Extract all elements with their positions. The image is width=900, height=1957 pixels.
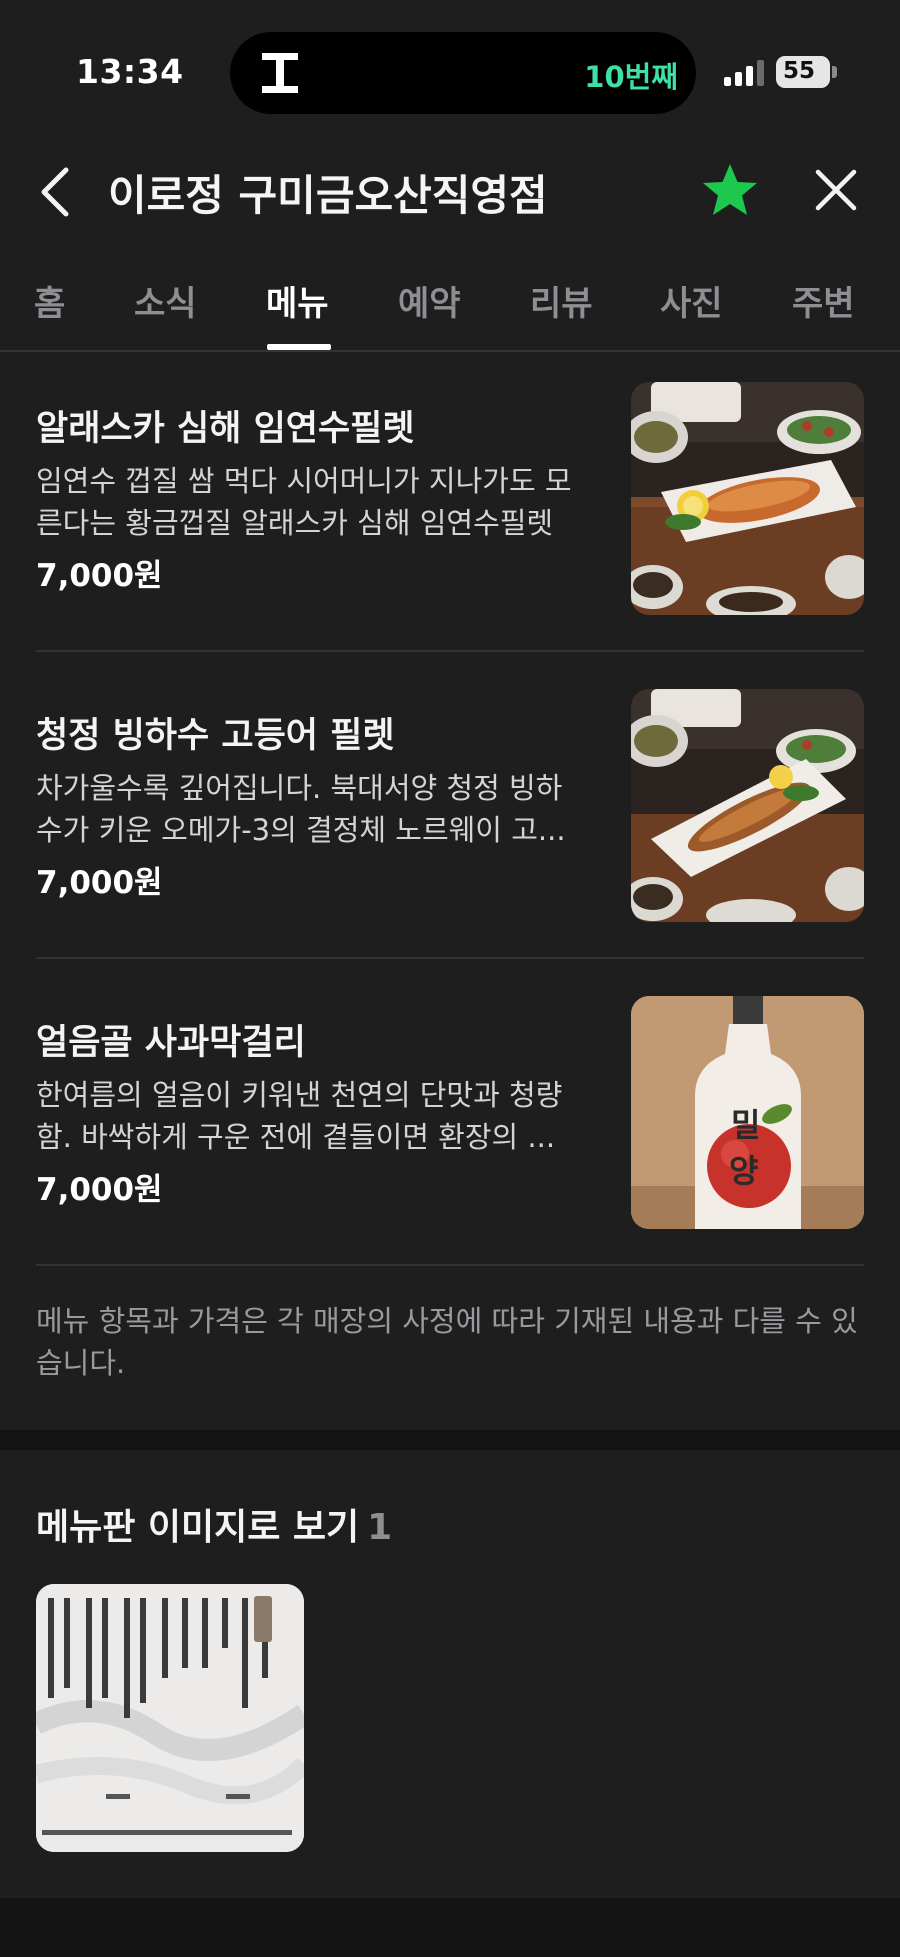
divider	[36, 957, 864, 959]
tab-reservation[interactable]: 예약	[398, 276, 461, 325]
star-icon[interactable]	[700, 162, 760, 218]
svg-text:밀: 밀	[731, 1106, 760, 1144]
battery-cap	[832, 66, 837, 78]
dynamic-island[interactable]: 10번째	[230, 32, 696, 114]
tab-menu[interactable]: 메뉴	[266, 276, 329, 325]
menu-item-name: 얼음골 사과막걸리	[36, 1023, 306, 1063]
active-tab-indicator	[267, 344, 331, 350]
tab-news[interactable]: 소식	[134, 276, 197, 325]
divider	[36, 1264, 864, 1266]
app-logo-icon	[262, 53, 298, 93]
section-separator	[0, 1430, 900, 1450]
tab-home[interactable]: 홈	[34, 276, 65, 325]
apple-makgeolli-bottle-photo[interactable]: 밀 양	[631, 996, 864, 1229]
menu-board-title: 메뉴판 이미지로 보기	[36, 1507, 360, 1548]
tab-reviews[interactable]: 리뷰	[530, 276, 593, 325]
menu-item-description: 차가울수록 깊어집니다. 북대서양 청정 빙하 수가 키운 오메가-3의 결정체…	[36, 771, 566, 847]
close-icon[interactable]	[812, 166, 860, 214]
menu-item-name: 청정 빙하수 고등어 필렛	[36, 716, 395, 756]
status-bar: 13:34 10번째 55	[0, 0, 900, 114]
menu-item[interactable]: 청정 빙하수 고등어 필렛 차가울수록 깊어집니다. 북대서양 청정 빙하 수가…	[0, 667, 900, 973]
chevron-left-icon[interactable]	[36, 164, 76, 220]
battery-level: 55	[782, 58, 815, 84]
menu-board-photo[interactable]	[36, 1584, 304, 1852]
menu-item[interactable]: 얼음골 사과막걸리 한여름의 얼음이 키워낸 천연의 단맛과 청량 함. 바싹하…	[0, 974, 900, 1280]
bottom-band	[0, 1898, 900, 1957]
menu-board-heading: 메뉴판 이미지로 보기 1	[36, 1498, 392, 1550]
status-time: 13:34	[76, 52, 184, 91]
menu-item-price: 7,000원	[36, 1172, 163, 1208]
cellular-signal-icon	[724, 58, 766, 86]
tab-photos[interactable]: 사진	[660, 276, 723, 325]
menu-price-notice: 메뉴 항목과 가격은 각 매장의 사정에 따라 기재된 내용과 다를 수 있습니…	[36, 1304, 858, 1380]
grilled-mackerel-photo[interactable]	[631, 689, 864, 922]
menu-item-description: 임연수 껍질 쌈 먹다 시어머니가 지나가도 모 른다는 황금껍질 알래스카 심…	[36, 464, 572, 540]
tab-nearby[interactable]: 주변	[792, 276, 855, 325]
grilled-atka-mackerel-photo[interactable]	[631, 382, 864, 615]
menu-item[interactable]: 알래스카 심해 임연수필렛 임연수 껍질 쌈 먹다 시어머니가 지나가도 모 른…	[0, 360, 900, 666]
menu-item-name: 알래스카 심해 임연수필렛	[36, 409, 415, 449]
divider	[36, 650, 864, 652]
menu-item-description: 한여름의 얼음이 키워낸 천연의 단맛과 청량 함. 바싹하게 구운 전에 곁들…	[36, 1078, 563, 1154]
rank-badge: 10번째	[584, 60, 678, 94]
svg-text:양: 양	[729, 1152, 758, 1190]
menu-item-price: 7,000원	[36, 558, 163, 594]
page-title: 이로정 구미금오산직영점	[108, 171, 548, 220]
menu-board-count: 1	[367, 1507, 393, 1548]
battery-icon: 55	[776, 56, 830, 88]
tab-bar: 홈 소식 메뉴 예약 리뷰 사진 주변	[0, 264, 900, 352]
menu-item-price: 7,000원	[36, 865, 163, 901]
